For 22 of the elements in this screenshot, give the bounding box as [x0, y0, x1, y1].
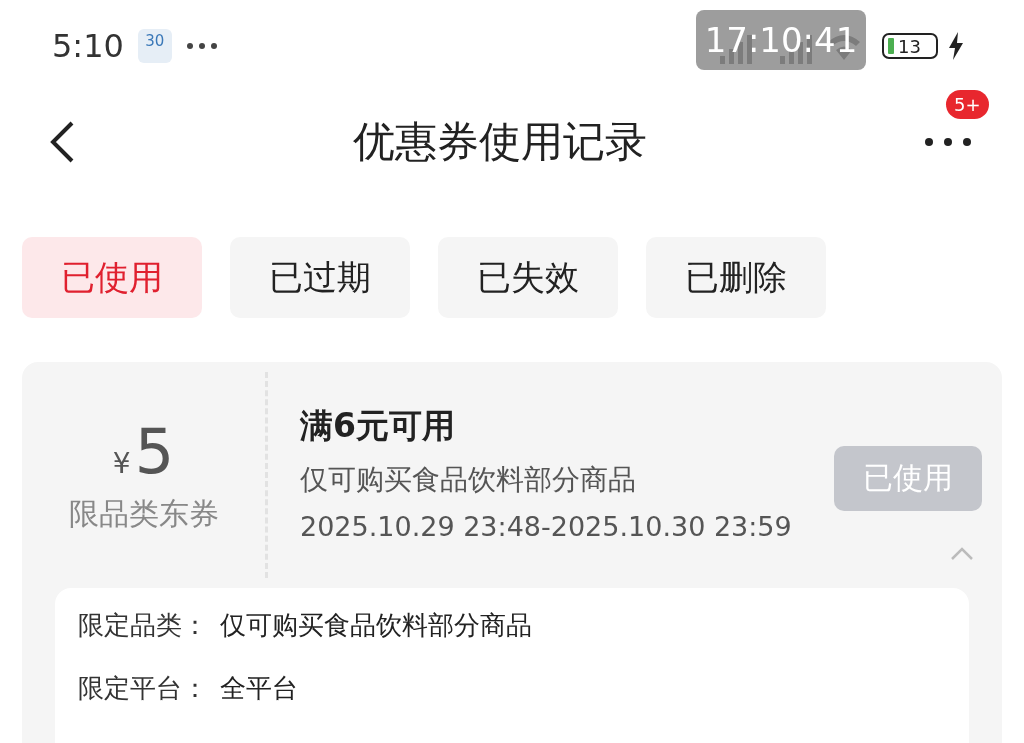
- filter-tab[interactable]: 已删除: [646, 237, 826, 318]
- filter-tab[interactable]: 已使用: [22, 237, 202, 318]
- coupon-scope: 仅可购买食品饮料部分商品: [300, 462, 637, 498]
- coupon-condition: 满6元可用: [300, 405, 456, 447]
- filter-tab[interactable]: 已失效: [438, 237, 618, 318]
- page-title: 优惠券使用记录: [352, 116, 648, 168]
- calendar-icon: 30: [137, 29, 172, 63]
- more-icon: [924, 137, 972, 147]
- notification-badge: 5+: [946, 90, 989, 119]
- coupon-amount: ¥5: [112, 415, 175, 488]
- detail-label: 限定平台：: [78, 672, 209, 705]
- detail-value: 仅可购买食品饮料部分商品: [220, 609, 532, 642]
- battery-indicator: 13: [882, 33, 938, 59]
- recording-clock: 17:10:41: [696, 10, 866, 70]
- coupon-period: 2025.10.29 23:48-2025.10.30 23:59: [300, 511, 793, 542]
- detail-label: 限定品类：: [78, 609, 209, 642]
- status-time: 5:10: [52, 27, 124, 65]
- more-dots-icon: [185, 42, 218, 50]
- coupon-type: 限品类东券: [68, 495, 219, 533]
- detail-value: 全平台: [220, 672, 298, 705]
- back-icon[interactable]: [48, 120, 76, 164]
- filter-tab[interactable]: 已过期: [230, 237, 410, 318]
